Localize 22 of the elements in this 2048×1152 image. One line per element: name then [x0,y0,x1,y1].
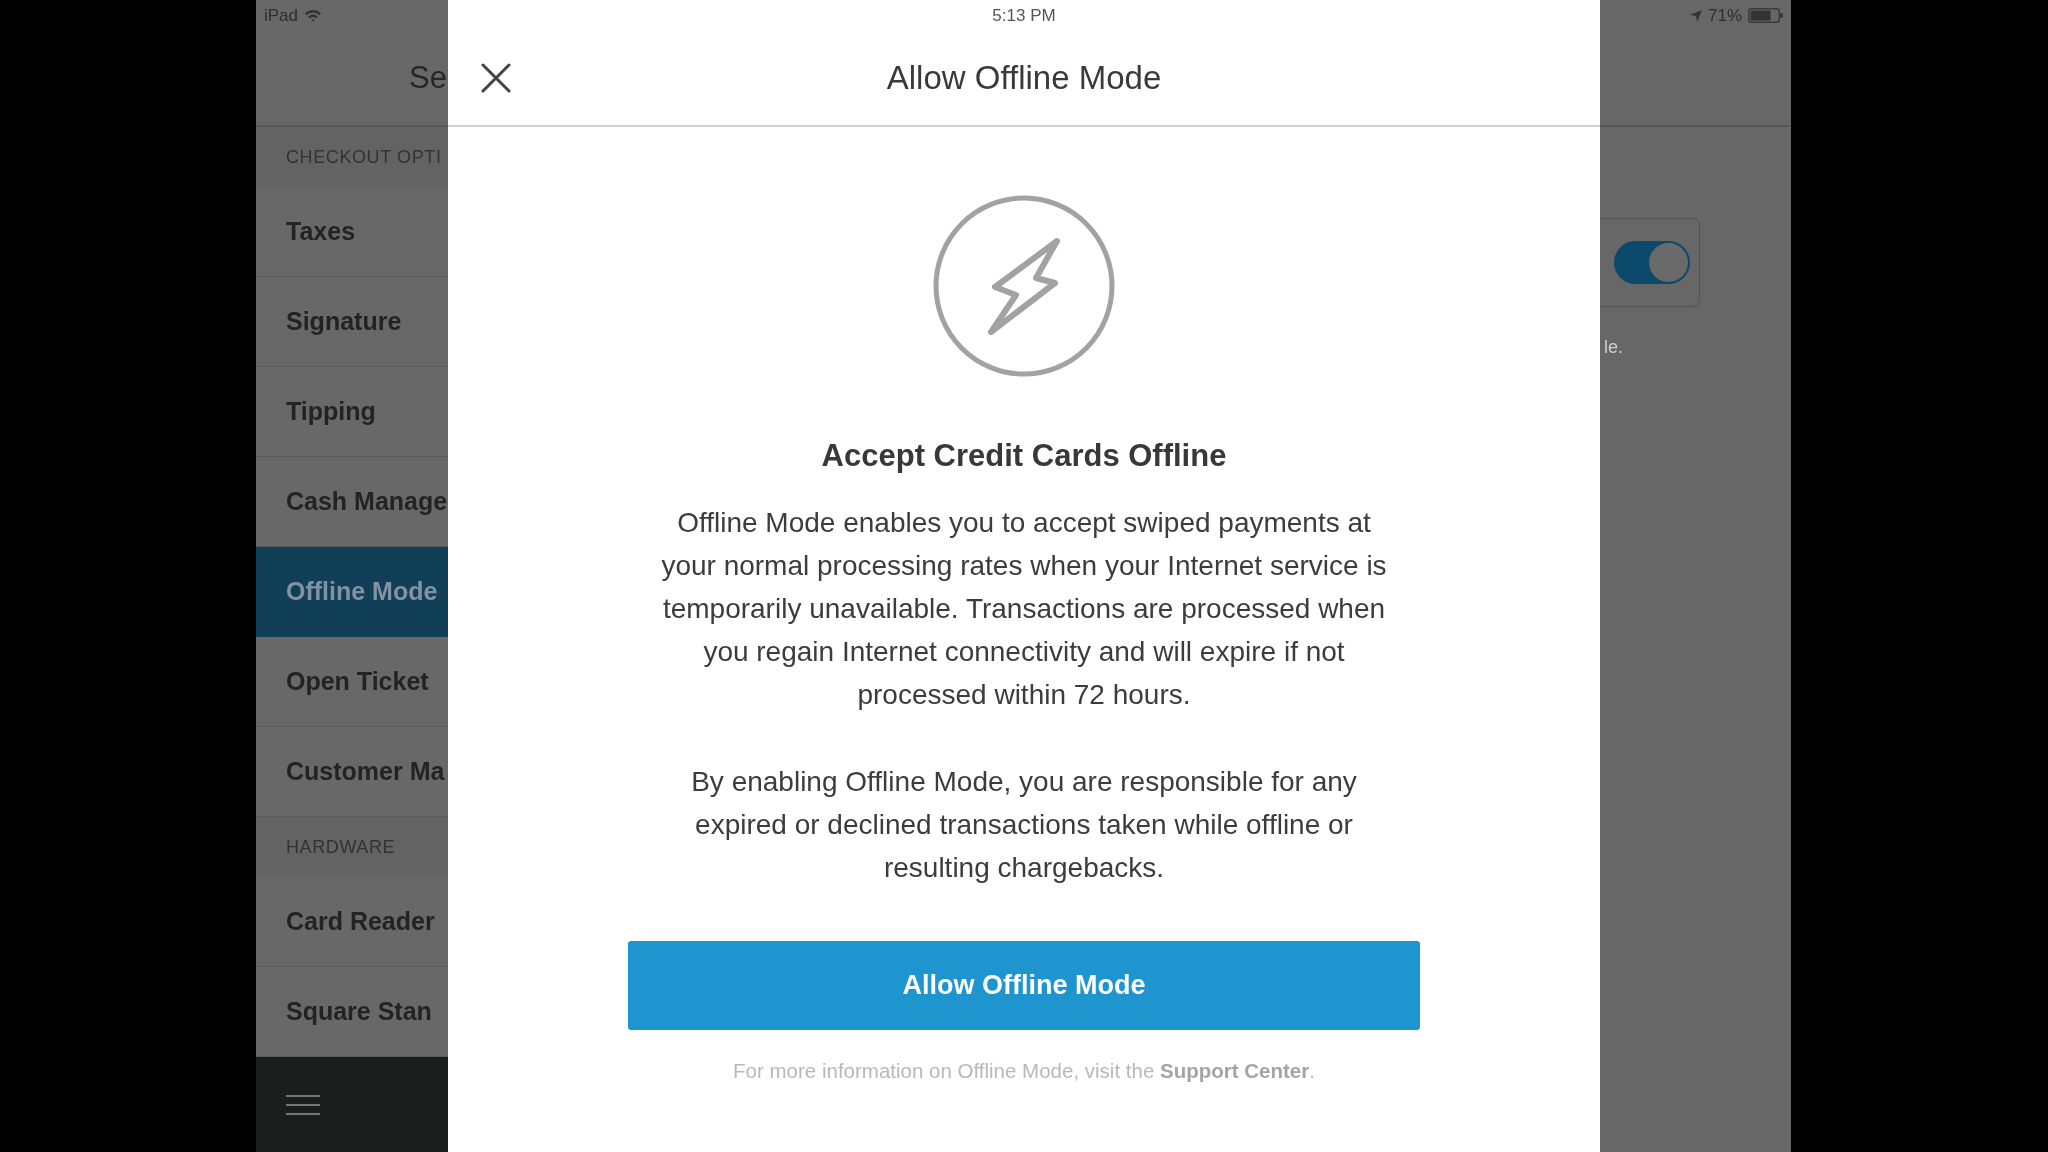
sidebar-item[interactable]: Offline Mode [256,547,448,637]
location-arrow-icon [1689,9,1702,22]
support-center-link[interactable]: Support Center [1160,1059,1310,1082]
allow-offline-mode-button[interactable]: Allow Offline Mode [628,941,1420,1030]
menu-icon [286,1093,320,1116]
toggle-switch[interactable] [1614,241,1690,284]
description-paragraph: Offline Mode enables you to accept swiped payments at your normal processing rates when your Internet service is temporarily unavailable. Transactions are processed when you regain Internet connectivity and will expire if not processed within 72 hours. [660,506,1388,712]
description-paragraph: By enabling Offline Mode, you are responsible for any expired or declined transactions taken while offline or resulting chargebacks. [690,765,1358,885]
battery-icon [1748,8,1783,23]
wifi-icon [304,9,323,22]
device-name: iPad [264,5,299,26]
setting-caption: le. [1604,337,1623,358]
close-icon [481,63,511,93]
menu-button[interactable] [286,1093,320,1116]
battery-percentage: 71% [1707,5,1742,26]
close-button[interactable] [481,63,511,93]
lightning-bolt-icon [933,195,1115,377]
modal-heading: Accept Credit Cards Offline [821,438,1227,474]
nav-title: Se [409,60,447,96]
modal-title: Allow Offline Mode [886,59,1162,97]
status-time: 5:13 PM [992,5,1056,26]
footer-note: For more information on Offline Mode, visit the Support Center. [733,1059,1315,1083]
